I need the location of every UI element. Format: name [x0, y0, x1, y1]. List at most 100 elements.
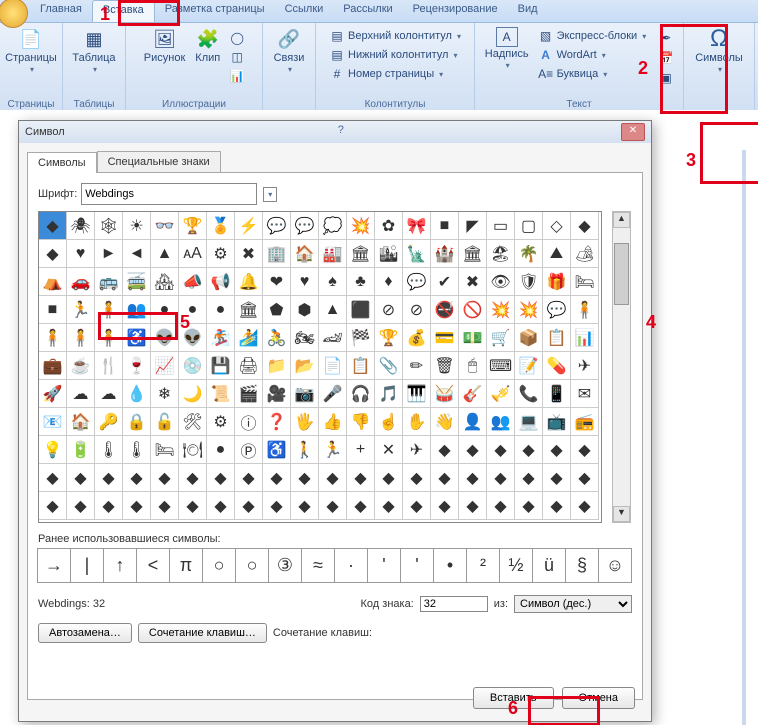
- symbol-cell[interactable]: ◤: [459, 212, 487, 240]
- symbol-cell[interactable]: ☁: [95, 380, 123, 408]
- symbol-cell[interactable]: 📄: [319, 352, 347, 380]
- symbol-cell[interactable]: 🎥: [263, 380, 291, 408]
- recent-symbol[interactable]: ○: [202, 548, 236, 583]
- symbol-cell[interactable]: 🚭: [431, 296, 459, 324]
- symbol-cell[interactable]: 📈: [151, 352, 179, 380]
- symbol-cell[interactable]: ◆: [179, 464, 207, 492]
- recent-symbol[interactable]: ': [367, 548, 401, 583]
- symbol-cell[interactable]: ❓: [263, 408, 291, 436]
- symbol-cell[interactable]: 🧍: [95, 324, 123, 352]
- symbol-cell[interactable]: ◆: [515, 464, 543, 492]
- chart-button[interactable]: 📊: [226, 67, 248, 85]
- symbol-cell[interactable]: ◆: [543, 464, 571, 492]
- scroll-up[interactable]: ▲: [613, 212, 630, 228]
- symbol-cell[interactable]: 💥: [347, 212, 375, 240]
- symbol-cell[interactable]: 🔒: [123, 408, 151, 436]
- symbol-cell[interactable]: 👤: [459, 408, 487, 436]
- symbol-cell[interactable]: ✉: [571, 380, 599, 408]
- symbol-cell[interactable]: 📋: [347, 352, 375, 380]
- symbol-cell[interactable]: 🏘: [151, 268, 179, 296]
- symbol-cell[interactable]: 🏅: [207, 212, 235, 240]
- recent-symbol[interactable]: ↑: [103, 548, 137, 583]
- symbol-cell[interactable]: 👍: [319, 408, 347, 436]
- symbol-cell[interactable]: 🧍: [571, 296, 599, 324]
- symbol-cell[interactable]: ◆: [291, 464, 319, 492]
- symbol-cell[interactable]: ❤: [263, 268, 291, 296]
- table-button[interactable]: ▦Таблица▾: [68, 25, 119, 76]
- symbol-cell[interactable]: ☁: [67, 380, 95, 408]
- symbol-cell[interactable]: 🏛: [459, 240, 487, 268]
- symbol-cell[interactable]: ♦: [375, 268, 403, 296]
- recent-symbol[interactable]: ·: [334, 548, 368, 583]
- symbol-cell[interactable]: 🎁: [543, 268, 571, 296]
- symbol-cell[interactable]: Ⓟ: [235, 436, 263, 464]
- symbol-cell[interactable]: ◆: [95, 492, 123, 520]
- recent-symbol[interactable]: ☺: [598, 548, 632, 583]
- pagenumber-button[interactable]: #Номер страницы▾: [326, 65, 464, 83]
- symbol-cell[interactable]: 🗑: [431, 352, 459, 380]
- symbol-cell[interactable]: ▲: [319, 296, 347, 324]
- recent-symbol[interactable]: ≈: [301, 548, 335, 583]
- symbol-cell[interactable]: 🖱: [459, 352, 487, 380]
- symbol-cell[interactable]: 💿: [179, 352, 207, 380]
- symbol-cell[interactable]: ◆: [207, 492, 235, 520]
- symbol-cell[interactable]: 📻: [571, 408, 599, 436]
- symbol-cell[interactable]: ◆: [487, 492, 515, 520]
- symbol-cell[interactable]: ⬟: [263, 296, 291, 324]
- symbol-cell[interactable]: ◆: [67, 492, 95, 520]
- tab-home[interactable]: Главная: [30, 0, 92, 22]
- symbol-cell[interactable]: ✖: [459, 268, 487, 296]
- recent-symbol[interactable]: →: [37, 548, 71, 583]
- symbol-cell[interactable]: ♣: [347, 268, 375, 296]
- symbol-cell[interactable]: ●: [207, 436, 235, 464]
- symbol-cell[interactable]: 🏎: [319, 324, 347, 352]
- symbol-cell[interactable]: 👓: [151, 212, 179, 240]
- symbol-cell[interactable]: 🛏: [571, 268, 599, 296]
- symbol-cell[interactable]: 🍴: [95, 352, 123, 380]
- symbol-cell[interactable]: ■: [431, 212, 459, 240]
- from-select[interactable]: Символ (дес.): [514, 595, 632, 613]
- symbol-cell[interactable]: ●: [179, 296, 207, 324]
- scroll-down[interactable]: ▼: [613, 506, 630, 522]
- symbol-cell[interactable]: ◆: [39, 240, 67, 268]
- clipart-button[interactable]: 🧩Клип: [191, 25, 224, 85]
- symbol-cell[interactable]: ◆: [431, 436, 459, 464]
- recent-symbol[interactable]: ²: [466, 548, 500, 583]
- symbol-cell[interactable]: ◆: [347, 492, 375, 520]
- symbol-cell[interactable]: 👥: [123, 296, 151, 324]
- symbol-cell[interactable]: ♥: [67, 240, 95, 268]
- recent-symbol[interactable]: §: [565, 548, 599, 583]
- symbol-cell[interactable]: 🔓: [151, 408, 179, 436]
- symbol-cell[interactable]: ◆: [263, 464, 291, 492]
- symbol-cell[interactable]: 👋: [431, 408, 459, 436]
- symbol-cell[interactable]: 💰: [403, 324, 431, 352]
- symbol-cell[interactable]: ☝: [375, 408, 403, 436]
- symbol-cell[interactable]: 🏃: [319, 436, 347, 464]
- symbol-cell[interactable]: ♿: [263, 436, 291, 464]
- symbol-cell[interactable]: 🌙: [179, 380, 207, 408]
- tab-references[interactable]: Ссылки: [275, 0, 334, 22]
- symbol-cell[interactable]: 🏄: [235, 324, 263, 352]
- symbol-cell[interactable]: 💬: [263, 212, 291, 240]
- symbol-cell[interactable]: 🍽: [179, 436, 207, 464]
- symbol-cell[interactable]: 📦: [515, 324, 543, 352]
- symbol-cell[interactable]: 💬: [291, 212, 319, 240]
- symbol-cell[interactable]: 📎: [375, 352, 403, 380]
- symbol-cell[interactable]: ᴀA: [179, 240, 207, 268]
- symbol-cell[interactable]: ⌨: [487, 352, 515, 380]
- picture-button[interactable]: 🖼Рисунок: [140, 25, 190, 85]
- symbol-cell[interactable]: ◆: [151, 464, 179, 492]
- symbol-cell[interactable]: +: [347, 436, 375, 464]
- dropcap-button[interactable]: A≡Буквица▾: [535, 65, 650, 83]
- symbol-cell[interactable]: 🏭: [319, 240, 347, 268]
- recent-symbol[interactable]: •: [433, 548, 467, 583]
- symbol-cell[interactable]: ✿: [375, 212, 403, 240]
- symbol-cell[interactable]: 🛠: [179, 408, 207, 436]
- symbol-cell[interactable]: ◆: [151, 492, 179, 520]
- recent-symbol[interactable]: ü: [532, 548, 566, 583]
- recent-symbol[interactable]: |: [70, 548, 104, 583]
- symbol-cell[interactable]: 🎧: [347, 380, 375, 408]
- symbol-cell[interactable]: 🌴: [515, 240, 543, 268]
- symbol-cell[interactable]: ▭: [487, 212, 515, 240]
- symbol-cell[interactable]: ◆: [235, 464, 263, 492]
